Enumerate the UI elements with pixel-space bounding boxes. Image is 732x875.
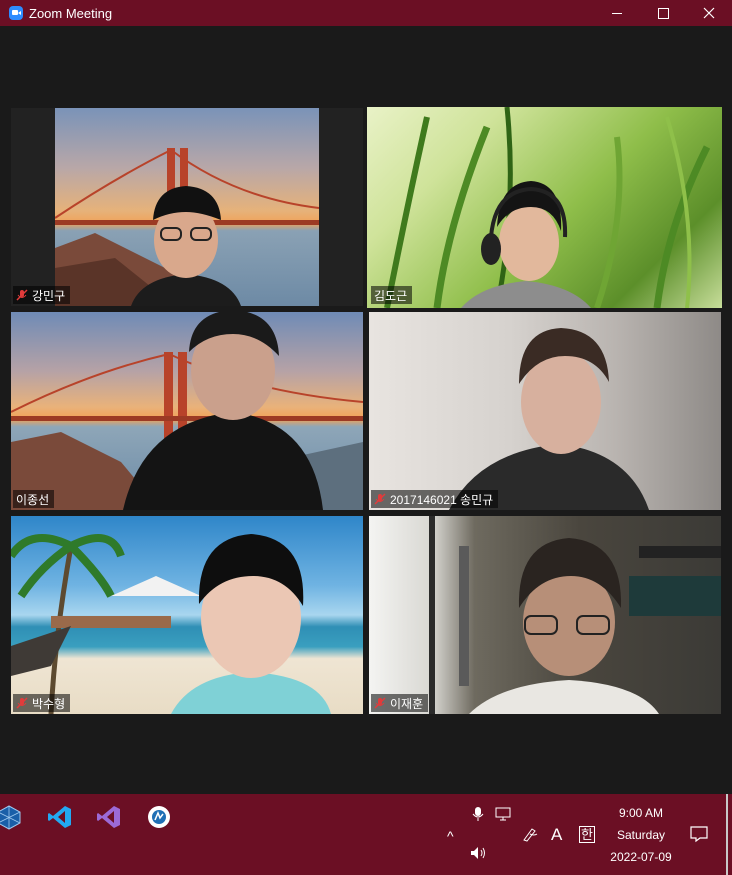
- ime-mode-icon[interactable]: A: [551, 825, 562, 845]
- participant-video: [123, 312, 323, 510]
- video-tile-4[interactable]: 2017146021 송민규: [369, 312, 721, 510]
- video-tile-6[interactable]: 이재훈: [369, 516, 721, 714]
- pen-icon[interactable]: [522, 826, 538, 847]
- participant-name: 강민구: [32, 288, 66, 303]
- ime-hangul-icon[interactable]: 한: [579, 826, 595, 843]
- participant-video: [131, 186, 241, 306]
- muted-mic-icon: [16, 697, 28, 709]
- close-icon: [703, 7, 715, 19]
- minimize-icon: [612, 12, 622, 14]
- video-tile-3[interactable]: 이종선: [11, 312, 363, 510]
- participant-name: 박수형: [32, 696, 66, 711]
- clock-time: 9:00 AM: [618, 806, 664, 820]
- participant-name-tag: 이종선: [13, 490, 55, 508]
- maximize-button[interactable]: [640, 0, 686, 26]
- microphone-in-use-icon[interactable]: [471, 806, 485, 827]
- maximize-icon: [657, 7, 669, 19]
- close-button[interactable]: [686, 0, 732, 26]
- muted-mic-icon: [16, 289, 28, 301]
- participant-video: [449, 328, 649, 510]
- windows-taskbar: ^ A 한 9:00 AM Saturday 2022-07-09: [0, 794, 732, 875]
- muted-mic-icon: [374, 493, 386, 505]
- notification-center-icon[interactable]: [690, 825, 708, 848]
- participant-video: [469, 538, 659, 714]
- clock-date: 2022-07-09: [610, 850, 672, 864]
- participant-name-tag: 2017146021 송민규: [371, 490, 499, 508]
- video-tile-1[interactable]: 강민구: [11, 108, 363, 306]
- minimize-button[interactable]: [594, 0, 640, 26]
- vscode-icon[interactable]: [47, 804, 73, 830]
- participant-video: [171, 534, 331, 714]
- video-tile-2-active-speaker[interactable]: 김도근: [367, 107, 722, 308]
- show-hidden-icons-chevron[interactable]: ^: [447, 828, 454, 844]
- participant-name: 2017146021 송민규: [390, 492, 494, 507]
- video-gallery: 강민구 김도근 이종선 2017146021 송민규 박수형 이재훈: [0, 26, 732, 794]
- clock-day: Saturday: [616, 828, 666, 842]
- participant-name-tag: 박수형: [13, 694, 71, 712]
- title-bar: Zoom Meeting: [0, 0, 732, 26]
- muted-mic-icon: [374, 697, 386, 709]
- participant-name-tag: 강민구: [13, 286, 71, 304]
- participant-name: 이종선: [16, 492, 50, 507]
- participant-video: [461, 181, 591, 308]
- video-tile-5[interactable]: 박수형: [11, 516, 363, 714]
- virtualbox-icon[interactable]: [0, 804, 22, 830]
- participant-name: 이재훈: [390, 696, 424, 711]
- app-icon[interactable]: [146, 804, 172, 830]
- visual-studio-icon[interactable]: [96, 804, 122, 830]
- zoom-logo-icon: [9, 6, 23, 20]
- show-desktop-divider[interactable]: [726, 794, 728, 875]
- volume-icon[interactable]: [470, 846, 488, 865]
- window-title: Zoom Meeting: [29, 5, 113, 21]
- network-icon[interactable]: [495, 807, 511, 826]
- participant-name-tag: 김도근: [371, 286, 413, 304]
- participant-name: 김도근: [374, 288, 408, 303]
- participant-name-tag: 이재훈: [371, 694, 429, 712]
